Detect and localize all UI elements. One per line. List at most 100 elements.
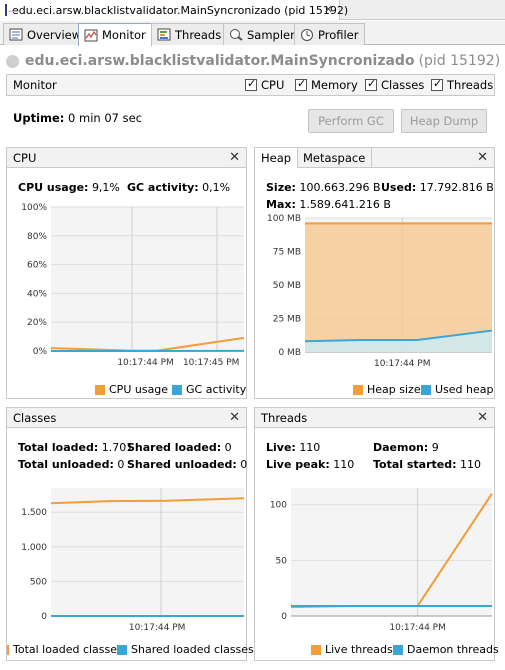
y-tick-label: 50 MB <box>273 281 301 291</box>
threads-panel-header: Threads ✕ <box>255 408 494 428</box>
gc-activity-stat: GC activity: 0,1% <box>127 181 230 194</box>
threads-panel: Threads ✕ Live: 110 Daemon: 9 Live peak:… <box>254 407 499 661</box>
application-pid: (pid 15192) <box>418 53 501 69</box>
heap-panel-header: Heap Metaspace ✕ <box>255 148 494 168</box>
legend-swatch-orange <box>311 644 321 655</box>
total-started-stat: Total started: 110 <box>373 458 481 471</box>
tab-threads-label: Threads <box>175 27 222 42</box>
close-tab-icon[interactable]: ✕ <box>324 3 333 16</box>
y-tick-label: 75 MB <box>273 248 301 258</box>
x-tick-label: 10:17:44 PM <box>117 358 173 368</box>
cpu-checkbox-label: CPU <box>261 78 285 92</box>
monitor-label: Monitor <box>13 78 57 92</box>
series-area <box>305 223 492 352</box>
y-tick-label: 0 <box>41 612 47 622</box>
close-heap-panel-icon[interactable]: ✕ <box>477 150 488 165</box>
classes-checkbox[interactable]: Classes <box>365 77 425 92</box>
live-label: Live: <box>266 441 296 454</box>
heap-used-stat: Used: 17.792.816 B <box>381 181 494 194</box>
heap-used-label: Used: <box>381 181 417 194</box>
tab-overview-label: Overview <box>27 27 82 42</box>
document-tab[interactable]: edu.eci.arsw.blacklistvalidator.MainSync… <box>0 0 348 20</box>
threads-icon <box>157 28 171 41</box>
y-tick-label: 40% <box>27 289 47 299</box>
legend-swatch-blue <box>172 384 182 395</box>
tab-sampler-label: Sampler <box>247 27 295 42</box>
cpu-usage-label: CPU usage: <box>18 181 89 194</box>
profiler-icon <box>300 28 314 41</box>
memory-checkbox[interactable]: Memory <box>295 77 358 92</box>
checkbox-checked-icon <box>431 77 443 91</box>
shared-loaded-value: 0 <box>224 441 232 454</box>
x-tick-label: 10:17:44 PM <box>129 623 185 633</box>
plot-area <box>51 488 244 616</box>
threads-checkbox-label: Threads <box>447 78 494 92</box>
classes-panel-title: Classes <box>13 410 57 425</box>
live-threads-legend: Live threads <box>311 643 393 656</box>
y-tick-label: 25 MB <box>273 315 301 325</box>
plot-area <box>51 207 244 351</box>
y-tick-label: 50 <box>276 556 288 566</box>
overview-icon <box>9 28 23 41</box>
y-tick-label: 0% <box>33 347 48 357</box>
y-tick-label: 1.000 <box>21 543 47 553</box>
tab-overview[interactable]: Overview <box>3 23 88 45</box>
document-tab-title: edu.eci.arsw.blacklistvalidator.MainSync… <box>12 3 349 17</box>
total-loaded-label: Total loaded: <box>18 441 99 454</box>
shared-loaded-label: Shared loaded: <box>127 441 222 454</box>
heap-dump-button[interactable]: Heap Dump <box>401 109 487 133</box>
legend-swatch-orange <box>7 644 9 655</box>
heap-size-stat: Size: 100.663.296 B <box>266 181 381 194</box>
tab-metaspace[interactable]: Metaspace <box>297 148 373 168</box>
x-tick-label: 10:17:44 PM <box>389 623 445 633</box>
application-name: edu.eci.arsw.blacklistvalidator.MainSync… <box>25 53 415 69</box>
legend-swatch-blue <box>421 384 431 395</box>
memory-checkbox-label: Memory <box>311 78 358 92</box>
used-heap-legend: Used heap <box>421 383 494 396</box>
heap-size-label: Size: <box>266 181 296 194</box>
close-classes-panel-icon[interactable]: ✕ <box>229 410 240 425</box>
legend-swatch-blue <box>393 644 403 655</box>
tab-sampler[interactable]: Sampler <box>223 23 301 45</box>
daemon-threads-legend: Daemon threads <box>393 643 499 656</box>
daemon-label: Daemon: <box>373 441 429 454</box>
tab-threads[interactable]: Threads <box>151 23 228 45</box>
close-cpu-panel-icon[interactable]: ✕ <box>229 150 240 165</box>
monitor-icon <box>84 29 98 42</box>
classes-panel: Classes ✕ Total loaded: 1.701 Shared loa… <box>6 407 254 661</box>
checkbox-checked-icon <box>295 77 307 91</box>
process-status-icon <box>6 54 19 68</box>
classes-chart: 1.500 1.000 500 0 10:17:44 PM <box>21 488 245 633</box>
total-unloaded-value: 0 <box>117 458 125 471</box>
tab-heap[interactable]: Heap <box>255 148 299 168</box>
tab-monitor[interactable]: Monitor <box>78 23 152 46</box>
legend-swatch-orange <box>95 384 105 395</box>
y-tick-label: 0 <box>281 612 287 622</box>
gc-activity-label: GC activity: <box>127 181 199 194</box>
threads-checkbox[interactable]: Threads <box>431 77 494 92</box>
close-threads-panel-icon[interactable]: ✕ <box>477 410 488 425</box>
cpu-checkbox[interactable]: CPU <box>245 77 285 92</box>
heap-size-legend: Heap size <box>353 383 421 396</box>
total-unloaded-label: Total unloaded: <box>18 458 114 471</box>
heap-panel: Heap Metaspace ✕ Size: 100.663.296 B Use… <box>254 147 495 399</box>
total-unloaded-stat: Total unloaded: 0 <box>18 458 124 471</box>
java-app-icon <box>5 4 15 16</box>
heap-size-value: 100.663.296 B <box>299 181 381 194</box>
gc-activity-legend: GC activity <box>172 383 246 396</box>
live-value: 110 <box>299 441 321 454</box>
cpu-panel: CPU ✕ CPU usage: 9,1% GC activity: 0,1% … <box>6 147 247 399</box>
classes-checkbox-label: Classes <box>381 78 425 92</box>
legend-label: Daemon threads <box>407 643 499 656</box>
perform-gc-button[interactable]: Perform GC <box>308 109 394 133</box>
shared-loaded-classes-legend: Shared loaded classes <box>117 643 254 656</box>
legend-label: CPU usage <box>109 383 169 396</box>
legend-label: Live threads <box>325 643 393 656</box>
heap-max-label: Max: <box>266 198 296 211</box>
live-peak-stat: Live peak: 110 <box>266 458 354 471</box>
threads-panel-title: Threads <box>261 410 308 425</box>
x-tick-label: 10:17:45 PM <box>183 358 239 368</box>
y-tick-label: 100 MB <box>267 214 301 224</box>
tab-profiler[interactable]: Profiler <box>294 23 365 45</box>
legend-label: Total loaded classes <box>13 643 123 656</box>
